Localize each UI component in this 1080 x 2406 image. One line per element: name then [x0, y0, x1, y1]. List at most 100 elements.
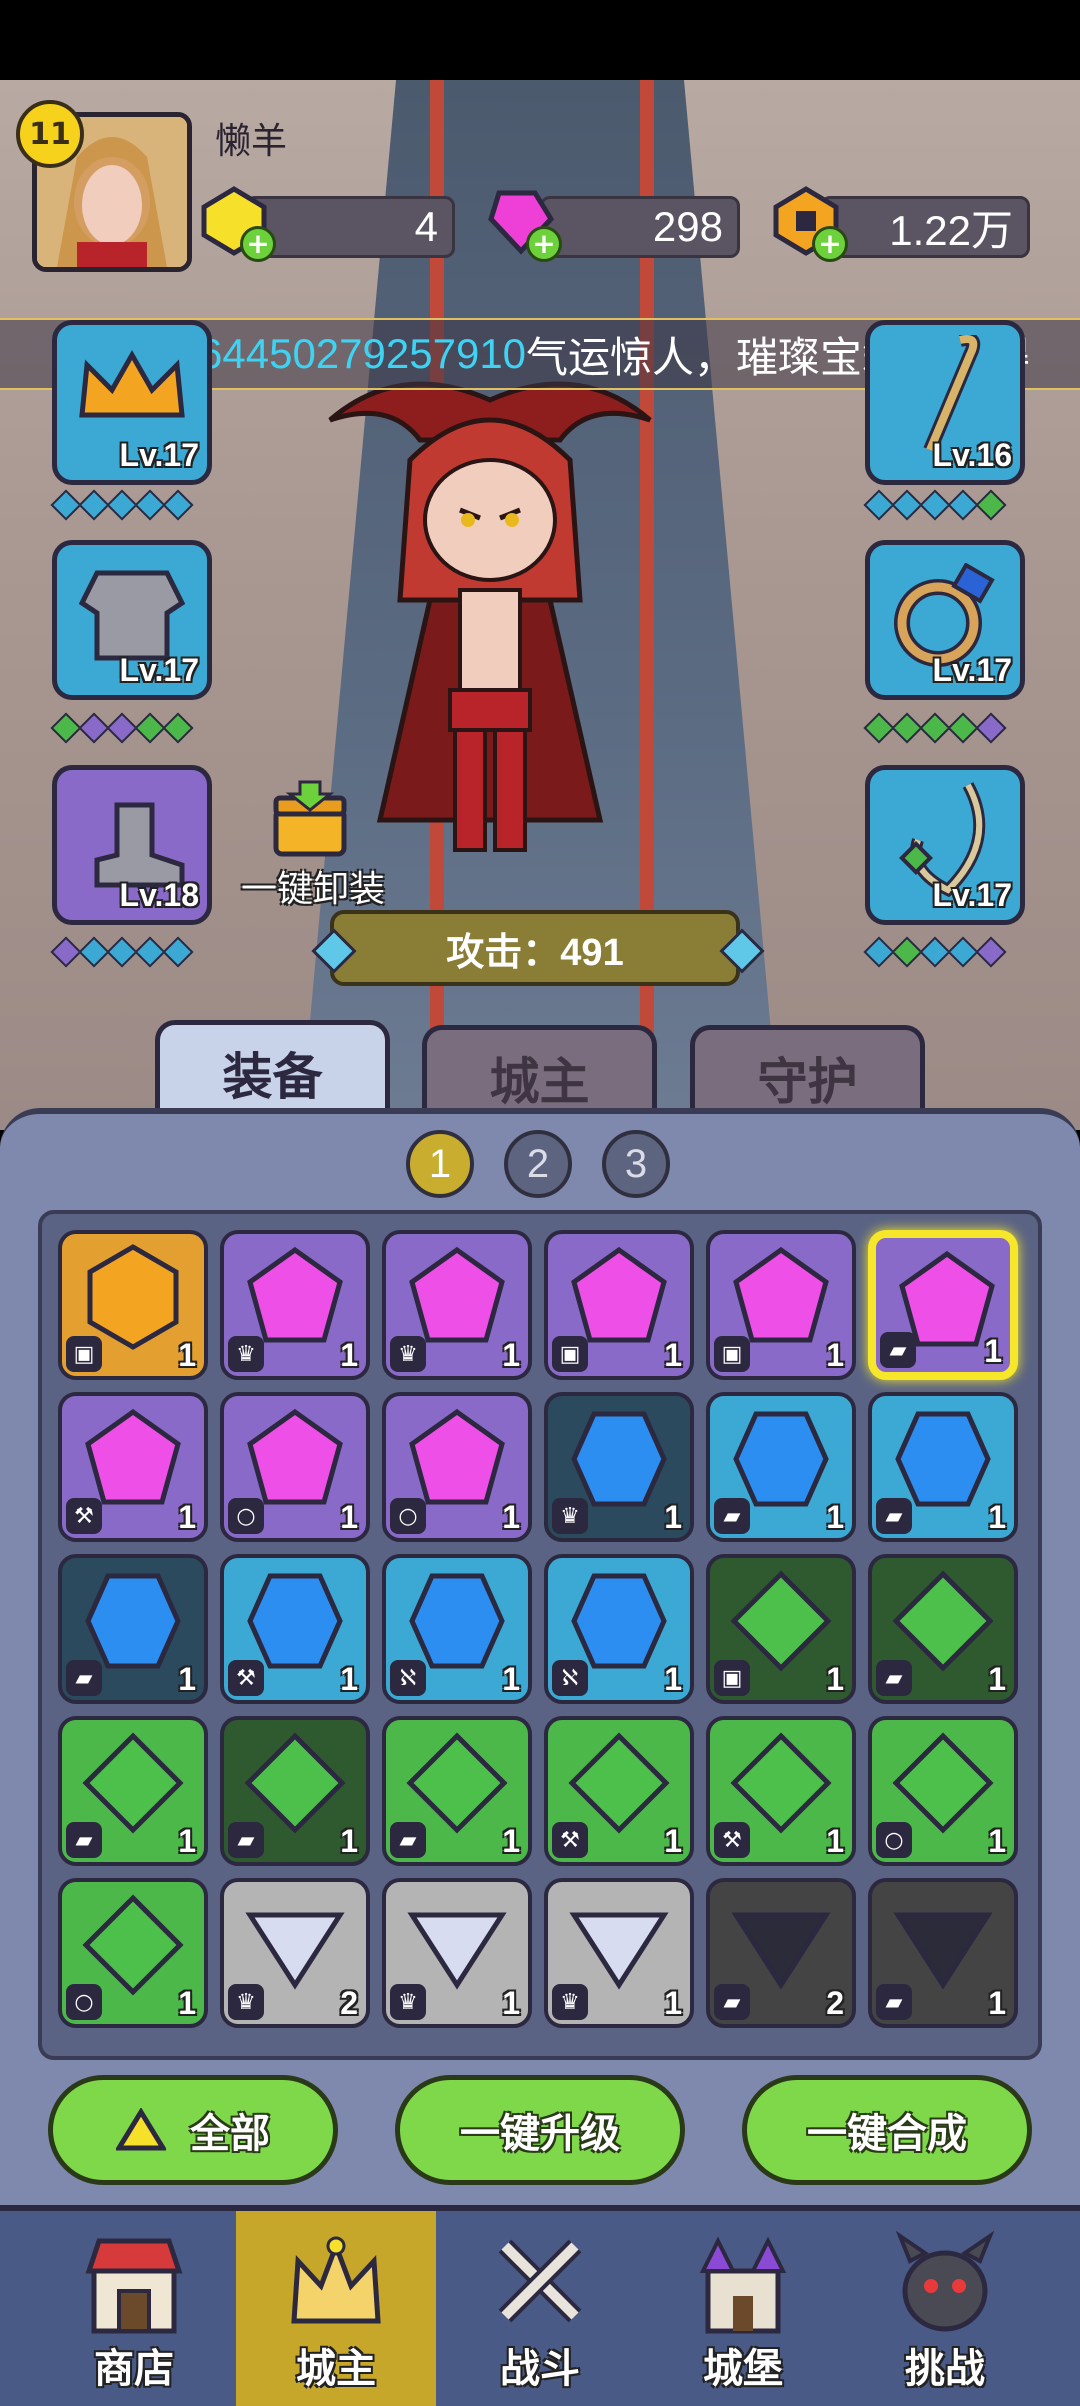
quality-dot [78, 712, 110, 744]
equip-slot-ring[interactable]: Lv.17 [865, 540, 1025, 700]
inventory-item[interactable]: ♛ 1 [544, 1878, 694, 2028]
equip-slot-armor[interactable]: Lv.17 [52, 540, 212, 700]
warning-triangle-icon [116, 2108, 166, 2151]
crown-type-icon: ♛ [552, 1498, 588, 1534]
boots-type-icon: ▰ [876, 1984, 912, 2020]
inventory-item[interactable]: ⚒ 1 [544, 1716, 694, 1866]
inventory-item[interactable]: ♛ 1 [220, 1230, 370, 1380]
upgrade-all-button[interactable]: 一键升级 [395, 2075, 685, 2185]
inventory-item[interactable]: ▣ 1 [706, 1230, 856, 1380]
crown-icon [291, 2236, 381, 2324]
bottom-navigation: 商店 城主 战斗 城堡 挑战 [0, 2205, 1080, 2406]
inventory-item[interactable]: ♛ 1 [382, 1878, 532, 2028]
inventory-item[interactable]: ▰ 1 [868, 1392, 1018, 1542]
merge-all-button[interactable]: 一键合成 [742, 2075, 1032, 2185]
crown-type-icon: ♛ [552, 1984, 588, 2020]
inventory-item[interactable]: ♛ 1 [544, 1392, 694, 1542]
page-button-1[interactable]: 1 [406, 1130, 474, 1198]
unequip-all-button[interactable]: 一键卸装 [228, 860, 398, 912]
inventory-item[interactable]: ▰ 1 [868, 1554, 1018, 1704]
quality-dot [919, 936, 951, 968]
boots-type-icon: ▰ [876, 1498, 912, 1534]
quality-dots [50, 936, 194, 968]
nav-castle[interactable]: 城堡 [643, 2211, 843, 2406]
add-pink-gem-button[interactable]: + [526, 226, 562, 262]
quality-dot [863, 936, 895, 968]
ring-type-icon: ○ [66, 1984, 102, 2020]
item-count: 1 [826, 1661, 844, 1697]
armor-icon [78, 570, 186, 661]
equip-slot-staff[interactable]: Lv.16 [865, 320, 1025, 485]
item-count: 2 [340, 1985, 358, 2021]
nav-shop[interactable]: 商店 [34, 2211, 234, 2406]
page-button-3[interactable]: 3 [602, 1130, 670, 1198]
inventory-item[interactable]: ▰ 1 [868, 1878, 1018, 2028]
add-yellow-gem-button[interactable]: + [240, 226, 276, 262]
inventory-item[interactable]: ▰ 2 [706, 1878, 856, 2028]
add-gold-button[interactable]: + [812, 226, 848, 262]
inventory-item[interactable]: ⚒ 1 [706, 1716, 856, 1866]
inventory-grid: ▣ 1 ♛ 1 ♛ 1 ▣ 1 ▣ 1 ▰ 1 ⚒ 1 ○ 1 ○ 1 ♛ 1 ▰ 1 ▰ 1 ▰ 1 ⚒ 1 ℵ 1 ℵ 1 ▣ 1 ▰ 1 ▰ 1 ▰ 1… [38, 1210, 1042, 2060]
quality-dots [50, 712, 194, 744]
inventory-item[interactable]: ℵ1 [544, 1554, 694, 1704]
item-count: 1 [984, 1333, 1002, 1369]
quality-dot [891, 712, 923, 744]
item-count: 1 [988, 1985, 1006, 2021]
inventory-item[interactable]: ○ 1 [382, 1392, 532, 1542]
crown-type-icon: ♛ [390, 1336, 426, 1372]
inventory-item[interactable]: ▰ 1 [382, 1716, 532, 1866]
inventory-item[interactable]: ▰ 1 [868, 1230, 1018, 1380]
nav-lord[interactable]: 城主 [236, 2211, 436, 2406]
quality-dot [106, 712, 138, 744]
item-count: 1 [664, 1337, 682, 1373]
equip-slot-necklace[interactable]: Lv.17 [865, 765, 1025, 925]
crown-type-icon: ♛ [228, 1984, 264, 2020]
item-count: 1 [664, 1985, 682, 2021]
item-count: 1 [664, 1661, 682, 1697]
boots-type-icon: ▰ [876, 1660, 912, 1696]
nav-challenge[interactable]: 挑战 [845, 2211, 1045, 2406]
inventory-item[interactable]: ▣ 1 [706, 1554, 856, 1704]
filter-all-button[interactable]: 全部 [48, 2075, 338, 2185]
unequip-chest-icon[interactable] [270, 780, 350, 860]
ring-type-icon: ○ [876, 1822, 912, 1858]
nav-battle[interactable]: 战斗 [440, 2211, 640, 2406]
inventory-item[interactable]: ▰ 1 [58, 1554, 208, 1704]
quality-dots [863, 712, 1007, 744]
inventory-item[interactable]: ♛ 2 [220, 1878, 370, 2028]
inventory-item[interactable]: ○ 1 [58, 1878, 208, 2028]
equip-level: Lv.17 [119, 437, 199, 473]
inventory-item[interactable]: ⚒ 1 [58, 1392, 208, 1542]
equip-level: Lv.17 [932, 652, 1012, 688]
inventory-item[interactable]: ▰ 1 [58, 1716, 208, 1866]
item-count: 1 [178, 1985, 196, 2021]
quality-dots [863, 489, 1007, 521]
quality-dot [50, 936, 82, 968]
inventory-item[interactable]: ▰ 1 [220, 1716, 370, 1866]
item-count: 1 [664, 1499, 682, 1535]
equip-level: Lv.17 [932, 877, 1012, 913]
equip-slot-crown[interactable]: Lv.17 [52, 320, 212, 485]
inventory-item[interactable]: ▣ 1 [58, 1230, 208, 1380]
inventory-item[interactable]: ▰ 1 [706, 1392, 856, 1542]
player-level-badge: 11 [16, 100, 84, 168]
item-count: 1 [502, 1337, 520, 1373]
quality-dot [891, 489, 923, 521]
equip-level: Lv.18 [119, 877, 199, 913]
inventory-item[interactable]: ▣ 1 [544, 1230, 694, 1380]
equip-slot-boots[interactable]: Lv.18 [52, 765, 212, 925]
item-count: 2 [826, 1985, 844, 2021]
page-button-2[interactable]: 2 [504, 1130, 572, 1198]
inventory-item[interactable]: ♛ 1 [382, 1230, 532, 1380]
inventory-item[interactable]: ○ 1 [220, 1392, 370, 1542]
inventory-item[interactable]: ○ 1 [868, 1716, 1018, 1866]
inventory-item[interactable]: ⚒ 1 [220, 1554, 370, 1704]
armor-type-icon: ▣ [66, 1336, 102, 1372]
inventory-item[interactable]: ℵ1 [382, 1554, 532, 1704]
quality-dot [134, 936, 166, 968]
tab-equipment[interactable]: 装备 [155, 1020, 390, 1120]
boots-type-icon: ▰ [390, 1822, 426, 1858]
quality-dot [975, 936, 1007, 968]
boots-type-icon: ▰ [880, 1332, 916, 1368]
item-count: 1 [178, 1661, 196, 1697]
